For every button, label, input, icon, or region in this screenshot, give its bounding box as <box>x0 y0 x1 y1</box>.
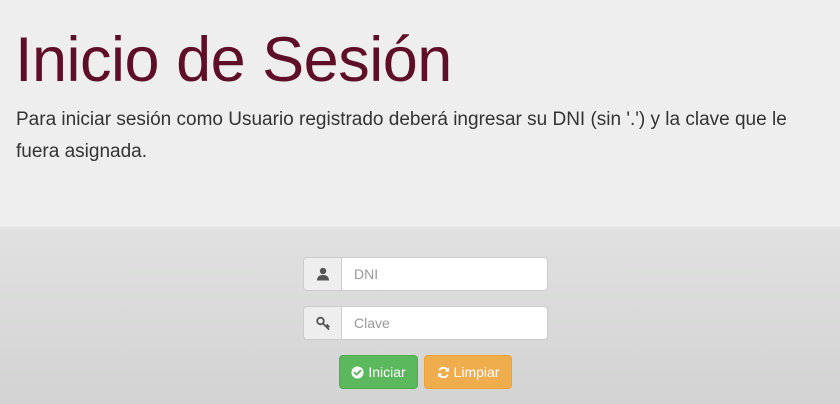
limpiar-button-label: Limpiar <box>453 364 500 380</box>
clave-input[interactable] <box>341 306 548 340</box>
form-actions: Iniciar Limpiar <box>339 355 512 389</box>
page-title: Inicio de Sesión <box>15 25 452 95</box>
iniciar-button[interactable]: Iniciar <box>339 355 418 389</box>
dni-input[interactable] <box>341 257 548 291</box>
page-instructions: Para iniciar sesión como Usuario registr… <box>16 109 787 162</box>
dni-input-group <box>303 257 548 291</box>
header-jumbotron: Inicio de Sesión Para iniciar sesión com… <box>0 0 840 227</box>
login-form: Iniciar Limpiar <box>0 227 840 404</box>
limpiar-button[interactable]: Limpiar <box>424 355 512 389</box>
clave-input-group <box>303 306 548 340</box>
check-circle-icon <box>351 365 364 379</box>
iniciar-button-label: Iniciar <box>368 364 406 380</box>
refresh-icon <box>437 366 450 379</box>
user-icon <box>303 257 341 291</box>
key-icon <box>303 306 341 340</box>
